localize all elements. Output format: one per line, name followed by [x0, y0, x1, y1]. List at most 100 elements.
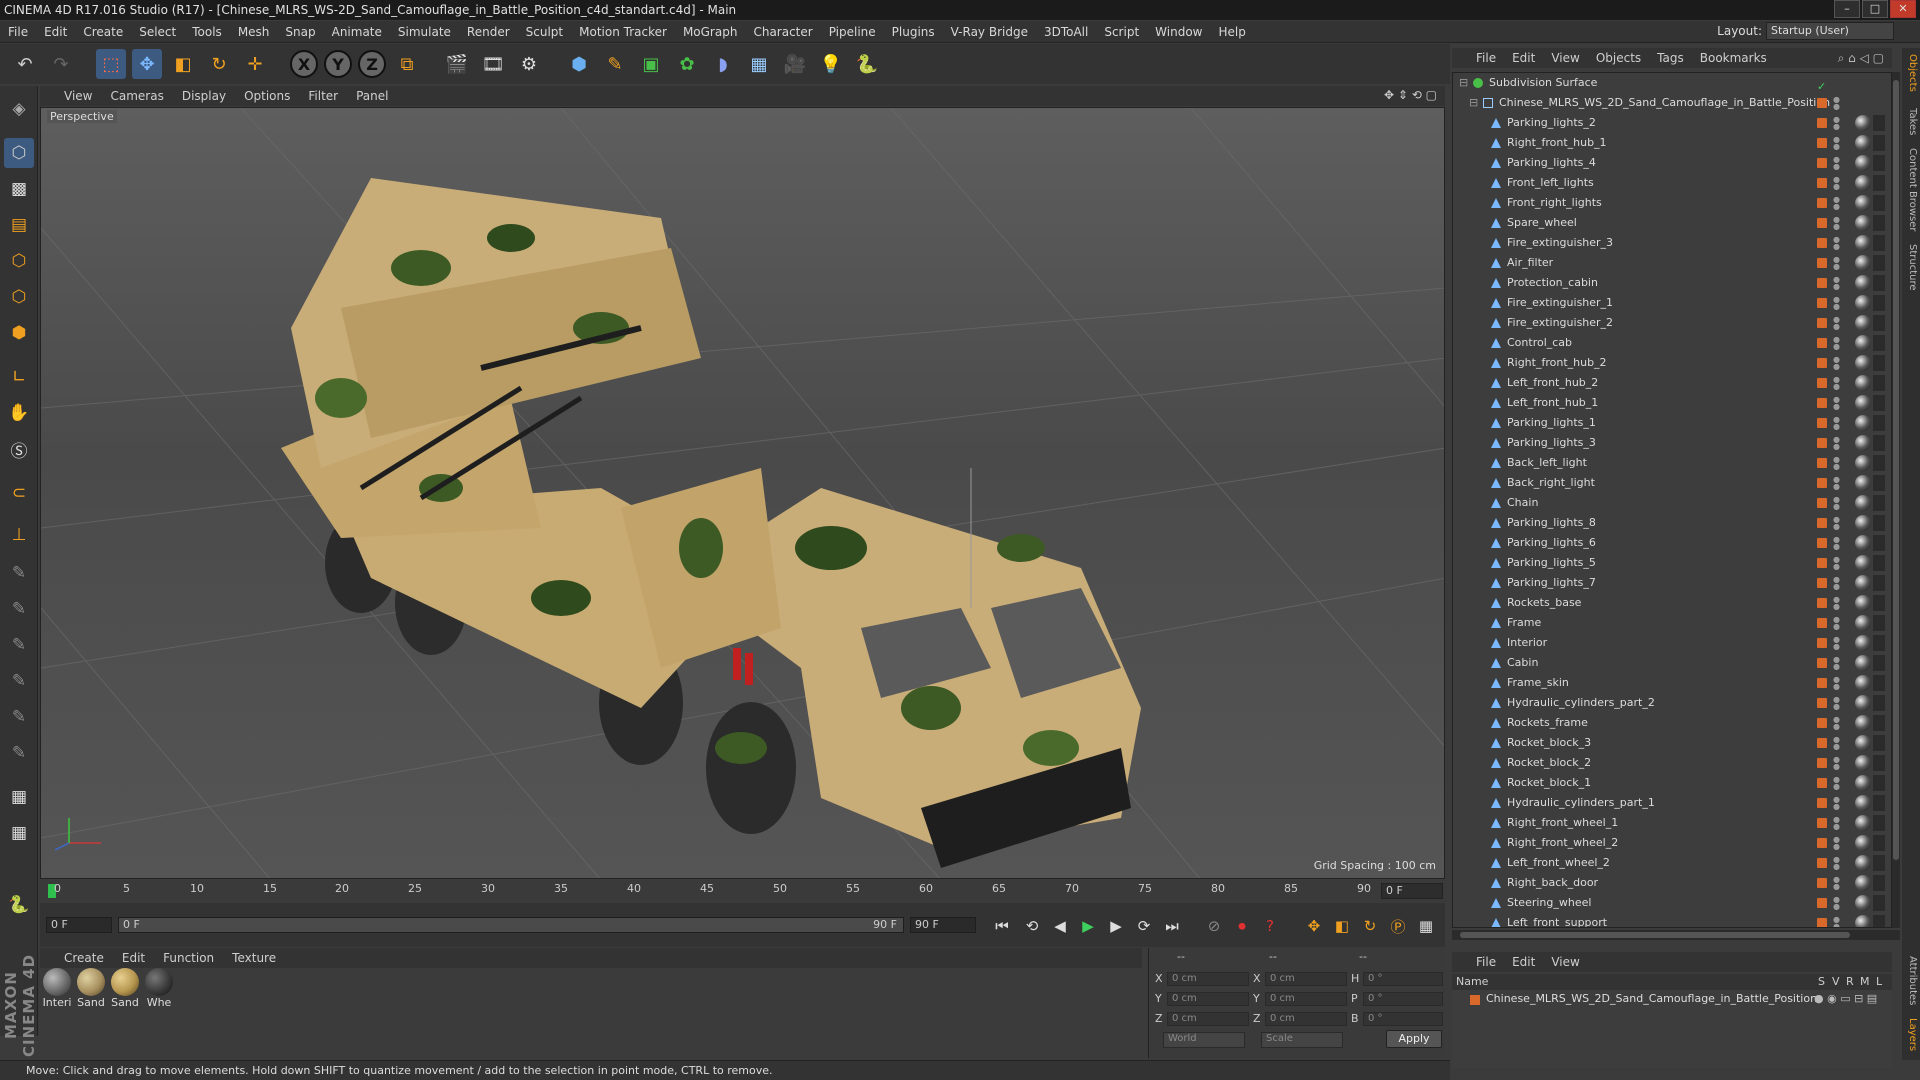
layer-color-swatch[interactable] — [1817, 238, 1827, 248]
layer-color-swatch[interactable] — [1817, 758, 1827, 768]
layer-color-swatch[interactable] — [1817, 218, 1827, 228]
object-row[interactable]: Right_front_hub_1 ● ● — [1453, 133, 1891, 153]
material-tag-icon[interactable] — [1855, 555, 1871, 571]
layer-color-swatch[interactable] — [1817, 718, 1827, 728]
object-row[interactable]: Rockets_base ● ● — [1453, 593, 1891, 613]
subdivision-icon[interactable]: ▣ — [636, 49, 666, 79]
visibility-dots[interactable]: ● ● — [1833, 96, 1840, 111]
light-icon[interactable]: 💡 — [816, 49, 846, 79]
render-view-icon[interactable]: 🎬 — [442, 49, 472, 79]
object-row[interactable]: Rocket_block_1 ● ● — [1453, 773, 1891, 793]
layer-color-swatch[interactable] — [1817, 258, 1827, 268]
material-tag-icon[interactable] — [1855, 335, 1871, 351]
material-tag-icon[interactable] — [1855, 375, 1871, 391]
material-tag-icon[interactable] — [1855, 915, 1871, 927]
uvw-tag-icon[interactable] — [1873, 215, 1885, 231]
rotation-b-field[interactable]: 0 ° — [1363, 1012, 1443, 1026]
sculpt-smooth-icon[interactable]: ✎ — [4, 630, 34, 660]
sculpt-flatten-icon[interactable]: ✎ — [4, 738, 34, 768]
material-tag-icon[interactable] — [1855, 455, 1871, 471]
layer-color-swatch[interactable] — [1817, 798, 1827, 808]
cube-icon[interactable]: ⬢ — [564, 49, 594, 79]
redo-icon[interactable]: ↷ — [46, 49, 76, 79]
live-selection-icon[interactable]: ⬚ — [96, 49, 126, 79]
object-row[interactable]: Protection_cabin ● ● — [1453, 273, 1891, 293]
uvw-tag-icon[interactable] — [1873, 515, 1885, 531]
material-tag-icon[interactable] — [1855, 515, 1871, 531]
om-search-icons[interactable]: ⌕ ⌂ ◁ ▢ — [1838, 51, 1884, 66]
visibility-dots[interactable]: ● ● — [1833, 736, 1840, 751]
object-row[interactable]: Left_front_support ● ● — [1453, 913, 1891, 927]
material-tag-icon[interactable] — [1855, 715, 1871, 731]
layer-flag-icons[interactable]: ● ◉ ▭ ⊟ ▤ — [1814, 990, 1877, 1008]
uvw-tag-icon[interactable] — [1873, 535, 1885, 551]
menu-sculpt[interactable]: Sculpt — [518, 25, 571, 39]
viewport-nav-icons[interactable]: ✥ ⇕ ⟲ ▢ — [1384, 88, 1437, 102]
points-mode-icon[interactable]: ⬡ — [4, 246, 34, 276]
visibility-dots[interactable]: ● ● — [1833, 836, 1840, 851]
uvw-tag-icon[interactable] — [1873, 595, 1885, 611]
material-menu-function[interactable]: Function — [163, 951, 214, 965]
go-to-start-icon[interactable]: ⏮ — [990, 915, 1014, 937]
layer-color-swatch[interactable] — [1470, 995, 1480, 1005]
visibility-dots[interactable]: ● ● — [1833, 876, 1840, 891]
timeline-ruler[interactable]: 0 5 10 15 20 25 30 35 40 45 50 55 60 65 … — [40, 880, 1445, 902]
rotate-icon[interactable]: ↻ — [204, 49, 234, 79]
menu-pipeline[interactable]: Pipeline — [821, 25, 884, 39]
object-list-scrollbar[interactable] — [1892, 72, 1900, 928]
menu-render[interactable]: Render — [459, 25, 518, 39]
tab-attributes[interactable]: Attributes — [1904, 956, 1918, 1005]
camera-icon[interactable]: 🎥 — [780, 49, 810, 79]
object-row[interactable]: Right_front_wheel_1 ● ● — [1453, 813, 1891, 833]
material-tag-icon[interactable] — [1855, 395, 1871, 411]
size-mode-dropdown[interactable]: Scale — [1261, 1032, 1343, 1048]
uvw-tag-icon[interactable] — [1873, 855, 1885, 871]
material-tag-icon[interactable] — [1855, 275, 1871, 291]
undo-icon[interactable]: ↶ — [10, 49, 40, 79]
layer-color-swatch[interactable] — [1817, 278, 1827, 288]
uvw-tag-icon[interactable] — [1873, 115, 1885, 131]
uvw-tag-icon[interactable] — [1873, 795, 1885, 811]
object-row[interactable]: Control_cab ● ● — [1453, 333, 1891, 353]
material-tag-icon[interactable] — [1855, 815, 1871, 831]
layer-color-swatch[interactable] — [1817, 658, 1827, 668]
material-tag-icon[interactable] — [1855, 355, 1871, 371]
material-tag-icon[interactable] — [1855, 115, 1871, 131]
visibility-dots[interactable]: ● ● — [1833, 636, 1840, 651]
next-frame-icon[interactable]: ▶ — [1104, 915, 1128, 937]
uvw-tag-icon[interactable] — [1873, 655, 1885, 671]
layer-color-swatch[interactable] — [1817, 358, 1827, 368]
material-tag-icon[interactable] — [1855, 855, 1871, 871]
menu-animate[interactable]: Animate — [324, 25, 390, 39]
uvw-tag-icon[interactable] — [1873, 275, 1885, 291]
layer-color-swatch[interactable] — [1817, 778, 1827, 788]
object-row[interactable]: Parking_lights_8 ● ● — [1453, 513, 1891, 533]
object-row[interactable]: Chain ● ● — [1453, 493, 1891, 513]
material-tag-icon[interactable] — [1855, 655, 1871, 671]
material-tag-icon[interactable] — [1855, 895, 1871, 911]
x-axis-icon[interactable]: X — [290, 50, 318, 78]
menu-create[interactable]: Create — [75, 25, 131, 39]
object-row[interactable]: Air_filter ● ● — [1453, 253, 1891, 273]
layer-color-swatch[interactable] — [1817, 178, 1827, 188]
scale-icon[interactable]: ◧ — [168, 49, 198, 79]
layer-menu-edit[interactable]: Edit — [1512, 955, 1535, 969]
previous-key-icon[interactable]: ⟲ — [1020, 915, 1044, 937]
visibility-dots[interactable]: ● ● — [1833, 476, 1840, 491]
visibility-dots[interactable]: ● ● — [1833, 656, 1840, 671]
z-axis-icon[interactable]: Z — [358, 50, 386, 78]
move-icon[interactable]: ✥ — [132, 49, 162, 79]
viewport-menu-cameras[interactable]: Cameras — [110, 89, 163, 103]
menu-vray-bridge[interactable]: V-Ray Bridge — [943, 25, 1036, 39]
layer-color-swatch[interactable] — [1817, 698, 1827, 708]
visibility-dots[interactable]: ● ● — [1833, 296, 1840, 311]
menu-3dtoall[interactable]: 3DToAll — [1036, 25, 1096, 39]
uvw-tag-icon[interactable] — [1873, 675, 1885, 691]
size-y-field[interactable]: 0 cm — [1265, 992, 1347, 1006]
keyframe-selection-icon[interactable]: ? — [1258, 915, 1282, 937]
menu-mograph[interactable]: MoGraph — [675, 25, 746, 39]
sculpt-brush-icon[interactable]: ✎ — [4, 558, 34, 588]
object-row[interactable]: Back_left_light ● ● — [1453, 453, 1891, 473]
object-row[interactable]: Front_left_lights ● ● — [1453, 173, 1891, 193]
menu-snap[interactable]: Snap — [277, 25, 323, 39]
